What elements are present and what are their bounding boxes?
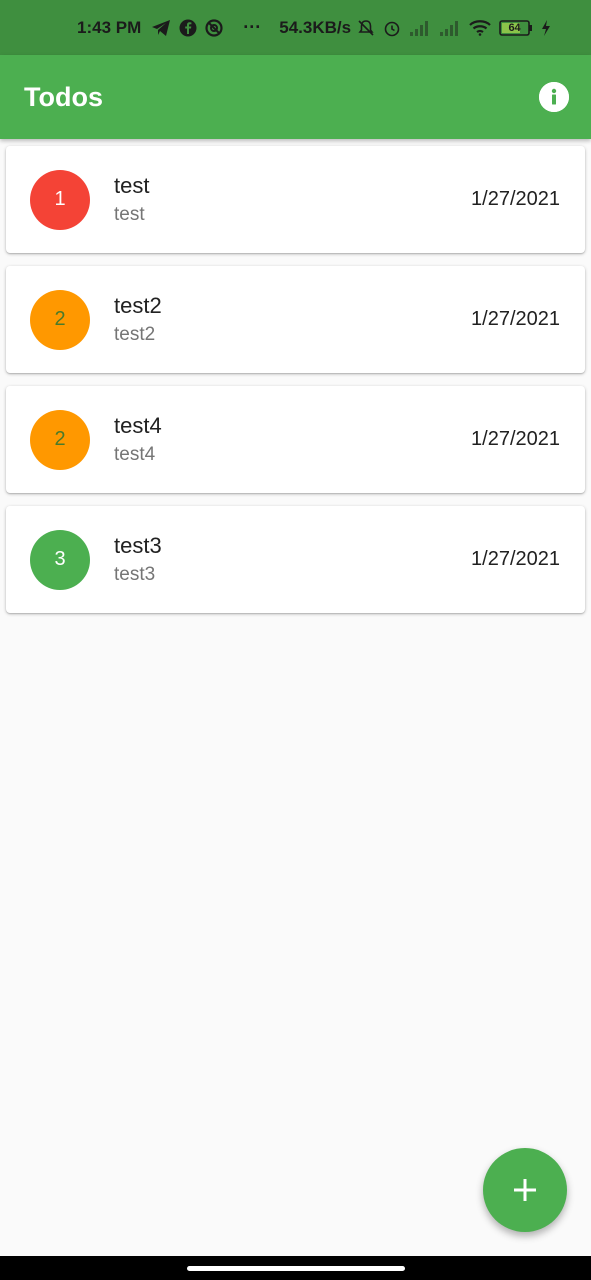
todo-title: test4: [114, 412, 162, 438]
todo-card[interactable]: 2 test2 test2 1/27/2021: [6, 266, 585, 373]
todo-list: 1 test test 1/27/2021 2 test2 test2 1/27…: [6, 146, 585, 626]
telegram-icon: [151, 19, 171, 37]
signal-icon: [409, 20, 431, 36]
todo-title: test: [114, 172, 150, 198]
priority-avatar: 1: [30, 169, 90, 230]
facebook-icon: [179, 19, 197, 37]
system-nav-bar: [0, 1256, 591, 1280]
todo-card[interactable]: 2 test4 test4 1/27/2021: [6, 386, 585, 493]
mute-icon: [357, 19, 375, 37]
battery-level: 64: [508, 21, 521, 34]
todo-card[interactable]: 1 test test 1/27/2021: [6, 146, 585, 253]
status-bar: 1:43 PM ··· 54.3KB/s 64: [0, 0, 591, 55]
priority-avatar: 3: [30, 529, 90, 590]
page-title: Todos: [24, 81, 103, 112]
home-indicator[interactable]: [186, 1265, 405, 1271]
todo-subtitle: test4: [114, 443, 156, 465]
todo-date: 1/27/2021: [471, 188, 560, 210]
alarm-icon: [383, 19, 401, 37]
todo-subtitle: test: [114, 203, 145, 225]
todo-title: test3: [114, 532, 162, 558]
todo-subtitle: test3: [114, 563, 156, 585]
signal-icon: [439, 20, 461, 36]
priority-avatar: 2: [30, 409, 90, 470]
app-icon: [205, 18, 223, 37]
info-icon[interactable]: [539, 82, 569, 112]
app-bar: Todos: [0, 55, 591, 139]
add-icon: [514, 1179, 536, 1201]
todo-card[interactable]: 3 test3 test3 1/27/2021: [6, 506, 585, 613]
network-speed: 54.3KB/s: [279, 17, 352, 37]
status-time: 1:43 PM: [77, 17, 142, 37]
todo-date: 1/27/2021: [471, 428, 560, 450]
add-todo-button[interactable]: [483, 1148, 567, 1232]
battery-icon: 64: [499, 19, 533, 37]
todo-date: 1/27/2021: [471, 548, 560, 570]
todo-subtitle: test2: [114, 323, 156, 345]
todo-date: 1/27/2021: [471, 308, 560, 330]
charging-icon: [541, 19, 551, 36]
more-icon: ···: [243, 17, 262, 37]
wifi-icon: [469, 19, 491, 36]
priority-avatar: 2: [30, 289, 90, 350]
todo-title: test2: [114, 292, 162, 318]
